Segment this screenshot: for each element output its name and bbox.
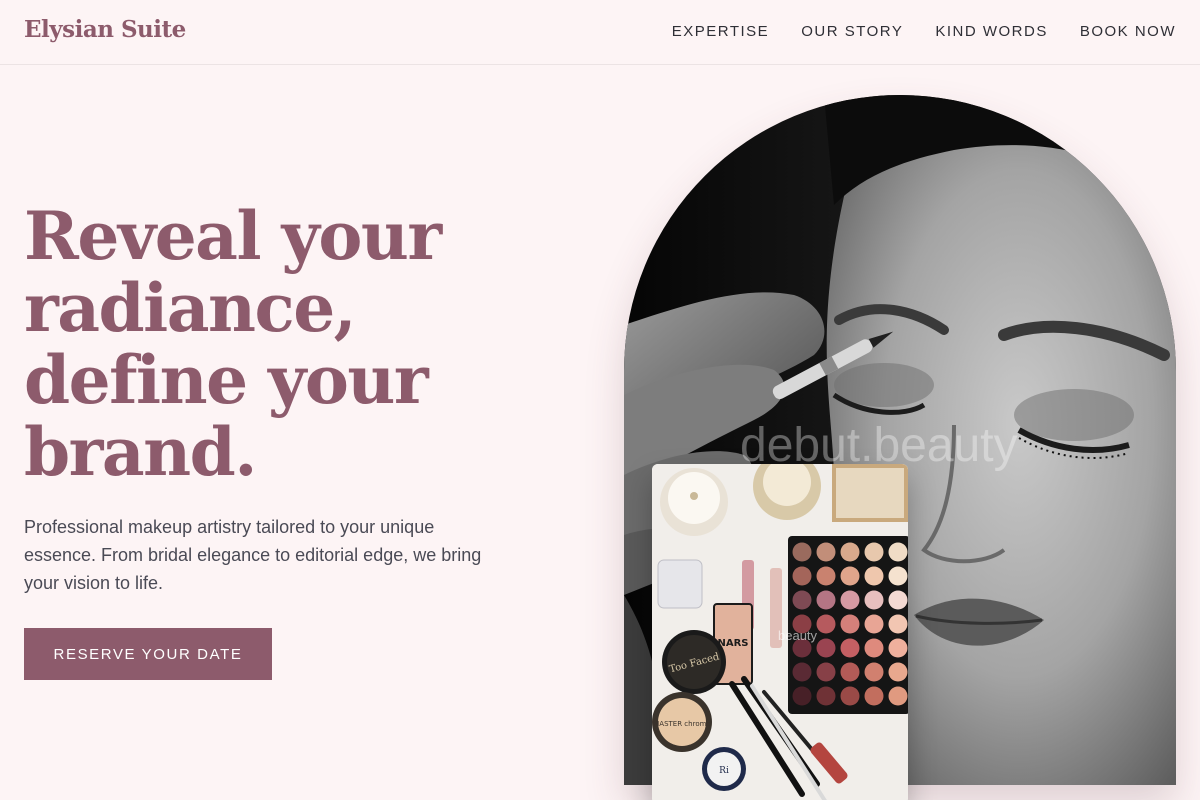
headline-line: brand.	[24, 413, 257, 491]
headline-line: define your	[24, 341, 429, 419]
makeup-products-image: NARS Too Faced MASTER chrome Ri	[652, 464, 908, 800]
headline-line: Reveal your	[24, 197, 442, 275]
nav-link-book-now[interactable]: BOOK NOW	[1080, 23, 1176, 40]
hero-headline: Reveal your radiance, define your brand.	[24, 200, 544, 488]
product-label-ri: Ri	[719, 766, 729, 776]
headline-line: radiance,	[24, 269, 357, 347]
nav-link-kind-words[interactable]: KIND WORDS	[935, 23, 1048, 40]
nav-link-our-story[interactable]: OUR STORY	[801, 23, 903, 40]
nav-link-expertise[interactable]: EXPERTISE	[672, 23, 769, 40]
brand-logo[interactable]: Elysian Suite	[24, 16, 186, 43]
top-navigation: Elysian Suite EXPERTISE OUR STORY KIND W…	[0, 0, 1200, 65]
nav-links: EXPERTISE OUR STORY KIND WORDS BOOK NOW	[672, 23, 1176, 40]
hero-description: Professional makeup artistry tailored to…	[24, 517, 482, 593]
product-label-master-chrome: MASTER chrome	[653, 720, 710, 728]
reserve-date-button[interactable]: RESERVE YOUR DATE	[24, 628, 272, 680]
